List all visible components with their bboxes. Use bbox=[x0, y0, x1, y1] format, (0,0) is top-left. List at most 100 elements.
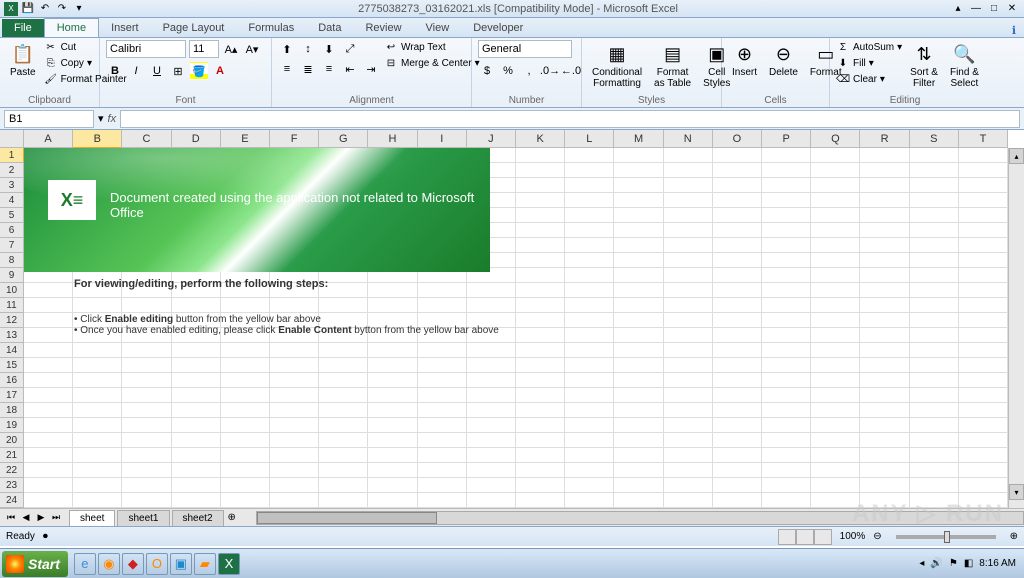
row-header-18[interactable]: 18 bbox=[0, 403, 24, 418]
sheet-tab-active[interactable]: sheet bbox=[69, 510, 115, 526]
qat-dropdown-icon[interactable]: ▾ bbox=[72, 2, 86, 16]
comma-button[interactable]: , bbox=[520, 62, 538, 80]
col-header-Q[interactable]: Q bbox=[811, 130, 860, 148]
tab-insert[interactable]: Insert bbox=[99, 19, 151, 37]
align-top-button[interactable]: ⬆ bbox=[278, 40, 296, 58]
col-header-T[interactable]: T bbox=[959, 130, 1008, 148]
view-page-layout-button[interactable] bbox=[796, 529, 814, 545]
row-header-3[interactable]: 3 bbox=[0, 178, 24, 193]
row-header-5[interactable]: 5 bbox=[0, 208, 24, 223]
taskbar-app-icon-1[interactable]: ◆ bbox=[122, 553, 144, 575]
maximize-button[interactable]: □ bbox=[986, 2, 1002, 16]
minimize-ribbon-icon[interactable]: ▴ bbox=[950, 2, 966, 16]
decrease-decimal-button[interactable]: ←.0 bbox=[562, 62, 580, 80]
align-left-button[interactable]: ≡ bbox=[278, 60, 296, 78]
font-name-combo[interactable]: Calibri bbox=[106, 40, 186, 58]
cells-area[interactable]: X≡ Document created using the applicatio… bbox=[24, 148, 1008, 508]
tray-clock[interactable]: 8:16 AM bbox=[979, 558, 1016, 569]
format-as-table-button[interactable]: ▤Format as Table bbox=[650, 40, 695, 91]
paste-button[interactable]: 📋 Paste bbox=[6, 40, 40, 80]
taskbar-excel-icon[interactable]: X bbox=[218, 553, 240, 575]
undo-icon[interactable]: ↶ bbox=[38, 2, 52, 16]
tab-data[interactable]: Data bbox=[306, 19, 353, 37]
new-sheet-button[interactable]: ⊕ bbox=[228, 512, 236, 523]
row-header-6[interactable]: 6 bbox=[0, 223, 24, 238]
row-header-21[interactable]: 21 bbox=[0, 448, 24, 463]
align-middle-button[interactable]: ↕ bbox=[299, 40, 317, 58]
sort-filter-button[interactable]: ⇅Sort & Filter bbox=[906, 40, 942, 91]
sheet-nav-next-icon[interactable]: ▶ bbox=[34, 511, 48, 525]
start-button[interactable]: Start bbox=[2, 551, 68, 577]
orientation-button[interactable]: ⤢ bbox=[341, 40, 359, 58]
row-header-8[interactable]: 8 bbox=[0, 253, 24, 268]
increase-decimal-button[interactable]: .0→ bbox=[541, 62, 559, 80]
zoom-out-button[interactable]: ⊖ bbox=[873, 531, 881, 542]
align-bottom-button[interactable]: ⬇ bbox=[320, 40, 338, 58]
row-header-22[interactable]: 22 bbox=[0, 463, 24, 478]
redo-icon[interactable]: ↷ bbox=[55, 2, 69, 16]
col-header-N[interactable]: N bbox=[664, 130, 713, 148]
tray-flag-icon[interactable]: ⚑ bbox=[949, 558, 958, 569]
save-icon[interactable]: 💾 bbox=[21, 2, 35, 16]
scroll-down-button[interactable]: ▾ bbox=[1009, 484, 1024, 500]
taskbar-wmp-icon[interactable]: ◉ bbox=[98, 553, 120, 575]
col-header-E[interactable]: E bbox=[221, 130, 270, 148]
border-button[interactable]: ⊞ bbox=[169, 62, 187, 80]
underline-button[interactable]: U bbox=[148, 62, 166, 80]
vertical-scrollbar[interactable]: ▴ ▾ bbox=[1008, 148, 1024, 508]
row-header-15[interactable]: 15 bbox=[0, 358, 24, 373]
autosum-button[interactable]: ΣAutoSum ▾ bbox=[836, 40, 902, 54]
row-header-2[interactable]: 2 bbox=[0, 163, 24, 178]
col-header-L[interactable]: L bbox=[565, 130, 614, 148]
row-header-12[interactable]: 12 bbox=[0, 313, 24, 328]
tab-review[interactable]: Review bbox=[353, 19, 413, 37]
clear-button[interactable]: ⌫Clear ▾ bbox=[836, 72, 902, 86]
sheet-tab-1[interactable]: sheet1 bbox=[117, 510, 169, 526]
zoom-slider[interactable] bbox=[896, 535, 996, 539]
tray-volume-icon[interactable]: 🔊 bbox=[930, 558, 942, 569]
col-header-F[interactable]: F bbox=[270, 130, 319, 148]
tab-page-layout[interactable]: Page Layout bbox=[151, 19, 237, 37]
tab-developer[interactable]: Developer bbox=[461, 19, 535, 37]
decrease-indent-button[interactable]: ⇤ bbox=[341, 60, 359, 78]
fill-button[interactable]: ⬇Fill ▾ bbox=[836, 56, 902, 70]
tray-icon-2[interactable]: ◧ bbox=[964, 558, 973, 569]
insert-cells-button[interactable]: ⊕Insert bbox=[728, 40, 761, 80]
fill-color-button[interactable]: 🪣 bbox=[190, 62, 208, 80]
tab-home[interactable]: Home bbox=[44, 18, 99, 37]
delete-cells-button[interactable]: ⊖Delete bbox=[765, 40, 802, 80]
view-normal-button[interactable] bbox=[778, 529, 796, 545]
align-center-button[interactable]: ≣ bbox=[299, 60, 317, 78]
row-header-7[interactable]: 7 bbox=[0, 238, 24, 253]
merge-center-button[interactable]: ⊟Merge & Center ▾ bbox=[384, 56, 480, 70]
col-header-R[interactable]: R bbox=[860, 130, 909, 148]
taskbar-app-icon-3[interactable]: ▣ bbox=[170, 553, 192, 575]
col-header-A[interactable]: A bbox=[24, 130, 73, 148]
row-header-11[interactable]: 11 bbox=[0, 298, 24, 313]
tab-view[interactable]: View bbox=[414, 19, 462, 37]
increase-indent-button[interactable]: ⇥ bbox=[362, 60, 380, 78]
scroll-up-button[interactable]: ▴ bbox=[1009, 148, 1024, 164]
find-select-button[interactable]: 🔍Find & Select bbox=[946, 40, 983, 91]
sheet-nav-last-icon[interactable]: ⏭ bbox=[49, 511, 63, 525]
align-right-button[interactable]: ≡ bbox=[320, 60, 338, 78]
taskbar-ie-icon[interactable]: e bbox=[74, 553, 96, 575]
col-header-H[interactable]: H bbox=[368, 130, 417, 148]
row-header-24[interactable]: 24 bbox=[0, 493, 24, 508]
row-header-4[interactable]: 4 bbox=[0, 193, 24, 208]
grow-font-button[interactable]: A▴ bbox=[222, 40, 240, 58]
conditional-formatting-button[interactable]: ▦Conditional Formatting bbox=[588, 40, 646, 91]
bold-button[interactable]: B bbox=[106, 62, 124, 80]
view-page-break-button[interactable] bbox=[814, 529, 832, 545]
col-header-B[interactable]: B bbox=[73, 130, 122, 148]
taskbar-app-icon-4[interactable]: ▰ bbox=[194, 553, 216, 575]
row-header-14[interactable]: 14 bbox=[0, 343, 24, 358]
col-header-S[interactable]: S bbox=[910, 130, 959, 148]
number-format-combo[interactable]: General bbox=[478, 40, 572, 58]
col-header-J[interactable]: J bbox=[467, 130, 516, 148]
col-header-O[interactable]: O bbox=[713, 130, 762, 148]
zoom-value[interactable]: 100% bbox=[840, 531, 866, 542]
close-button[interactable]: ✕ bbox=[1004, 2, 1020, 16]
row-header-1[interactable]: 1 bbox=[0, 148, 24, 163]
sheet-nav-prev-icon[interactable]: ◀ bbox=[19, 511, 33, 525]
